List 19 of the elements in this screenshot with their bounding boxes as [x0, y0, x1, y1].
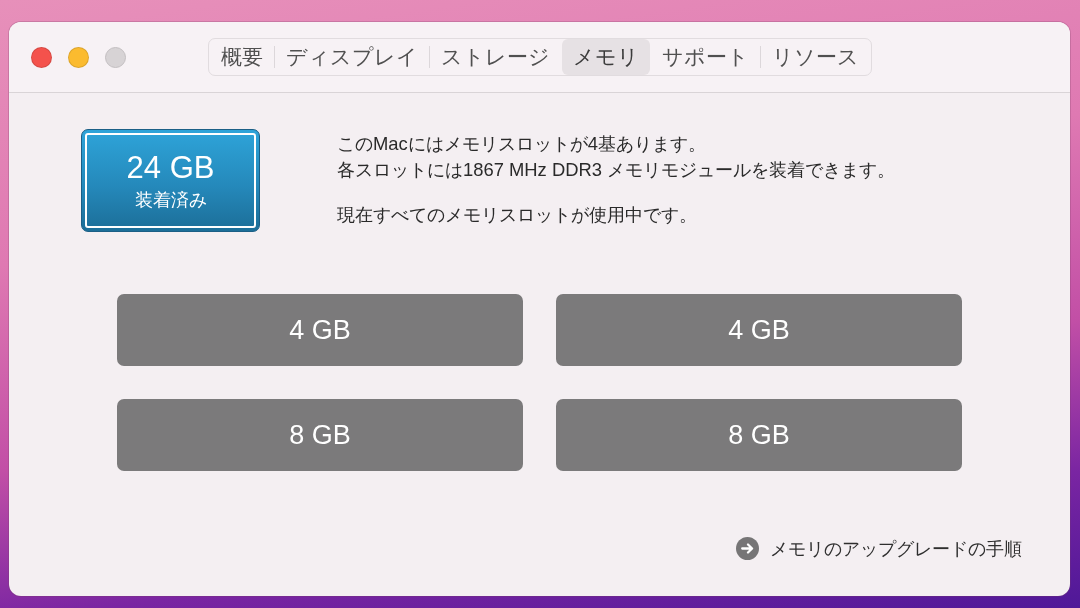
memory-slot: 4 GB — [117, 294, 523, 366]
memory-capacity: 24 GB — [126, 149, 215, 186]
memory-slot: 4 GB — [556, 294, 962, 366]
tab[interactable]: ディスプレイ — [274, 39, 429, 75]
info-text: 現在すべてのメモリスロットが使用中です。 — [337, 203, 698, 227]
info-text: 各スロットには1867 MHz DDR3 メモリモジュールを装着できます。 — [337, 158, 896, 182]
tab[interactable]: 概要 — [209, 39, 274, 75]
memory-slot: 8 GB — [556, 399, 962, 471]
tab[interactable]: リソース — [760, 39, 870, 75]
minimize-button[interactable] — [68, 46, 89, 68]
memory-slot: 8 GB — [117, 399, 523, 471]
tab[interactable]: ストレージ — [429, 39, 561, 75]
arrow-circle-icon — [736, 537, 759, 560]
info-text: このMacにはメモリスロットが4基あります。 — [337, 132, 707, 156]
close-button[interactable] — [31, 46, 52, 68]
memory-caption: 装着済み — [134, 188, 207, 212]
upgrade-instructions-link[interactable]: メモリのアップグレードの手順 — [736, 536, 1022, 561]
tab[interactable]: サポート — [650, 39, 760, 75]
tab[interactable]: メモリ — [561, 39, 650, 75]
